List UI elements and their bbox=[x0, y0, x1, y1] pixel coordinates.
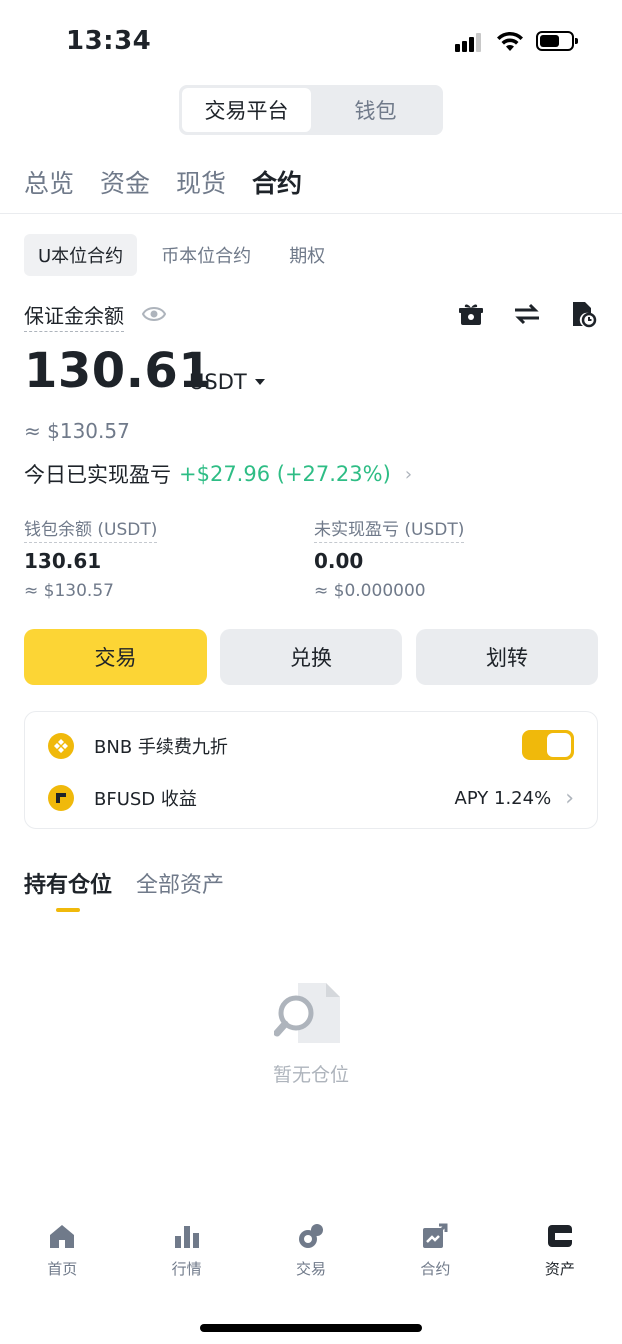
margin-balance-approx: ≈ $130.57 bbox=[24, 419, 130, 443]
sub-tabs: U本位合约 币本位合约 期权 bbox=[24, 234, 339, 276]
eye-icon[interactable] bbox=[141, 303, 167, 329]
wallet-balance-label[interactable]: 钱包余额 (USDT) bbox=[24, 515, 158, 543]
empty-positions-text: 暂无仓位 bbox=[272, 1064, 349, 1086]
bfusd-earn-row[interactable]: BFUSD 收益 APY 1.24% › bbox=[48, 784, 574, 812]
tab-spot[interactable]: 现货 bbox=[176, 164, 226, 200]
empty-search-icon bbox=[273, 981, 346, 1051]
margin-balance-label[interactable]: 保证金余额 bbox=[24, 300, 124, 332]
bnb-discount-toggle[interactable] bbox=[522, 730, 574, 760]
tab-indicator bbox=[56, 908, 80, 912]
home-indicator bbox=[200, 1324, 422, 1332]
chevron-right-icon: › bbox=[565, 785, 574, 811]
home-icon bbox=[50, 1225, 75, 1248]
nav-assets-label: 资产 bbox=[544, 1260, 575, 1278]
today-pnl-row[interactable]: 今日已实现盈亏 +$27.96 (+27.23%) › bbox=[24, 459, 412, 489]
nav-trade[interactable]: 交易 bbox=[249, 1222, 373, 1279]
wallet-balance-value: 130.61 bbox=[24, 549, 102, 573]
tab-funding[interactable]: 资金 bbox=[100, 164, 150, 200]
transfer-button[interactable]: 划转 bbox=[416, 629, 598, 685]
tab-all-assets[interactable]: 全部资产 bbox=[136, 867, 224, 899]
wallet-icon bbox=[547, 1225, 572, 1247]
unrealized-pnl-value: 0.00 bbox=[314, 549, 364, 573]
wifi-icon bbox=[496, 30, 524, 56]
nav-home-label: 首页 bbox=[47, 1260, 78, 1278]
futures-icon bbox=[423, 1223, 448, 1248]
bnb-coin-icon bbox=[48, 733, 74, 759]
gift-icon[interactable] bbox=[457, 300, 485, 328]
tab-overview[interactable]: 总览 bbox=[24, 164, 74, 200]
battery-icon bbox=[536, 31, 578, 51]
segment-wallet[interactable]: 钱包 bbox=[311, 88, 440, 132]
nav-futures-label: 合约 bbox=[420, 1260, 451, 1278]
today-pnl-value: +$27.96 (+27.23%) bbox=[179, 462, 391, 486]
nav-assets[interactable]: 资产 bbox=[498, 1222, 622, 1279]
platform-wallet-switch: 交易平台 钱包 bbox=[179, 85, 443, 135]
divider bbox=[0, 213, 622, 214]
subtab-options[interactable]: 期权 bbox=[275, 234, 339, 276]
unrealized-pnl-approx: ≈ $0.000000 bbox=[314, 581, 426, 601]
subtab-usdm[interactable]: U本位合约 bbox=[24, 234, 138, 276]
status-time: 13:34 bbox=[66, 26, 152, 56]
chevron-right-icon: › bbox=[404, 463, 413, 485]
position-tabs: 持有仓位 全部资产 bbox=[24, 867, 224, 899]
bfusd-apy: APY 1.24% bbox=[454, 787, 552, 809]
tab-positions[interactable]: 持有仓位 bbox=[24, 867, 112, 899]
nav-home[interactable]: 首页 bbox=[0, 1222, 124, 1279]
segment-exchange[interactable]: 交易平台 bbox=[182, 88, 311, 132]
wallet-balance-approx: ≈ $130.57 bbox=[24, 581, 114, 601]
today-pnl-label: 今日已实现盈亏 bbox=[24, 463, 171, 487]
bfusd-earn-label: BFUSD 收益 bbox=[94, 789, 197, 810]
tab-futures[interactable]: 合约 bbox=[252, 164, 302, 200]
margin-balance-amount: 130.61 bbox=[24, 343, 213, 399]
bar-chart-icon bbox=[174, 1226, 199, 1248]
nav-futures[interactable]: 合约 bbox=[373, 1222, 497, 1279]
caret-down-icon bbox=[254, 379, 265, 385]
subtab-coinm[interactable]: 币本位合约 bbox=[147, 234, 265, 276]
nav-markets-label: 行情 bbox=[171, 1260, 202, 1278]
nav-markets[interactable]: 行情 bbox=[124, 1222, 248, 1279]
currency-unit: USDT bbox=[189, 370, 247, 394]
swap-icon[interactable] bbox=[513, 300, 541, 328]
bnb-discount-row: BNB 手续费九折 bbox=[48, 730, 574, 760]
bnb-discount-label: BNB 手续费九折 bbox=[94, 737, 228, 758]
bottom-nav: 首页 行情 交易 合约 资产 bbox=[0, 1222, 622, 1279]
top-tabs: 总览 资金 现货 合约 bbox=[24, 164, 302, 200]
cellular-signal-icon bbox=[455, 32, 485, 52]
history-icon[interactable] bbox=[569, 300, 597, 328]
trade-button[interactable]: 交易 bbox=[24, 629, 207, 685]
bfusd-coin-icon bbox=[48, 785, 74, 811]
trade-icon bbox=[299, 1224, 324, 1248]
currency-selector[interactable]: USDT bbox=[189, 370, 265, 394]
unrealized-pnl-label[interactable]: 未实现盈亏 (USDT) bbox=[314, 515, 465, 543]
convert-button[interactable]: 兑换 bbox=[220, 629, 402, 685]
nav-trade-label: 交易 bbox=[296, 1260, 327, 1278]
